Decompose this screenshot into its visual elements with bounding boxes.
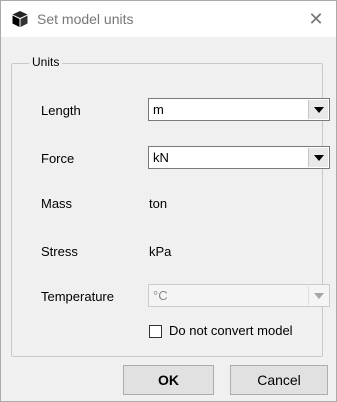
length-dropdown[interactable]: m bbox=[148, 98, 330, 121]
force-dropdown-value: kN bbox=[153, 150, 169, 165]
title-bar: Set model units ✕ bbox=[1, 1, 336, 37]
dialog-window: Set model units ✕ Units Length m Force k… bbox=[0, 0, 337, 402]
mass-value: ton bbox=[149, 196, 168, 211]
force-dropdown-button[interactable] bbox=[308, 148, 328, 167]
close-icon: ✕ bbox=[308, 8, 324, 29]
chevron-down-icon bbox=[313, 106, 324, 113]
stress-label: Stress bbox=[41, 244, 78, 259]
force-label: Force bbox=[41, 151, 75, 166]
close-button[interactable]: ✕ bbox=[296, 1, 336, 37]
do-not-convert-label[interactable]: Do not convert model bbox=[169, 323, 293, 338]
cube-icon bbox=[12, 11, 28, 27]
chevron-down-icon bbox=[313, 154, 324, 161]
temperature-label: Temperature bbox=[41, 289, 114, 304]
force-dropdown[interactable]: kN bbox=[148, 146, 330, 169]
units-group-legend: Units bbox=[29, 55, 63, 69]
length-label: Length bbox=[41, 103, 81, 118]
temperature-dropdown: °C bbox=[148, 284, 330, 307]
cancel-button[interactable]: Cancel bbox=[230, 365, 328, 395]
ok-button[interactable]: OK bbox=[123, 365, 214, 395]
do-not-convert-checkbox[interactable] bbox=[149, 325, 162, 338]
chevron-down-icon bbox=[313, 292, 324, 299]
temperature-dropdown-value: °C bbox=[153, 288, 168, 303]
dialog-title: Set model units bbox=[37, 11, 134, 27]
temperature-dropdown-button bbox=[308, 286, 328, 305]
mass-label: Mass bbox=[41, 196, 73, 211]
length-dropdown-button[interactable] bbox=[308, 100, 328, 119]
stress-value: kPa bbox=[149, 244, 172, 259]
length-dropdown-value: m bbox=[153, 102, 164, 117]
